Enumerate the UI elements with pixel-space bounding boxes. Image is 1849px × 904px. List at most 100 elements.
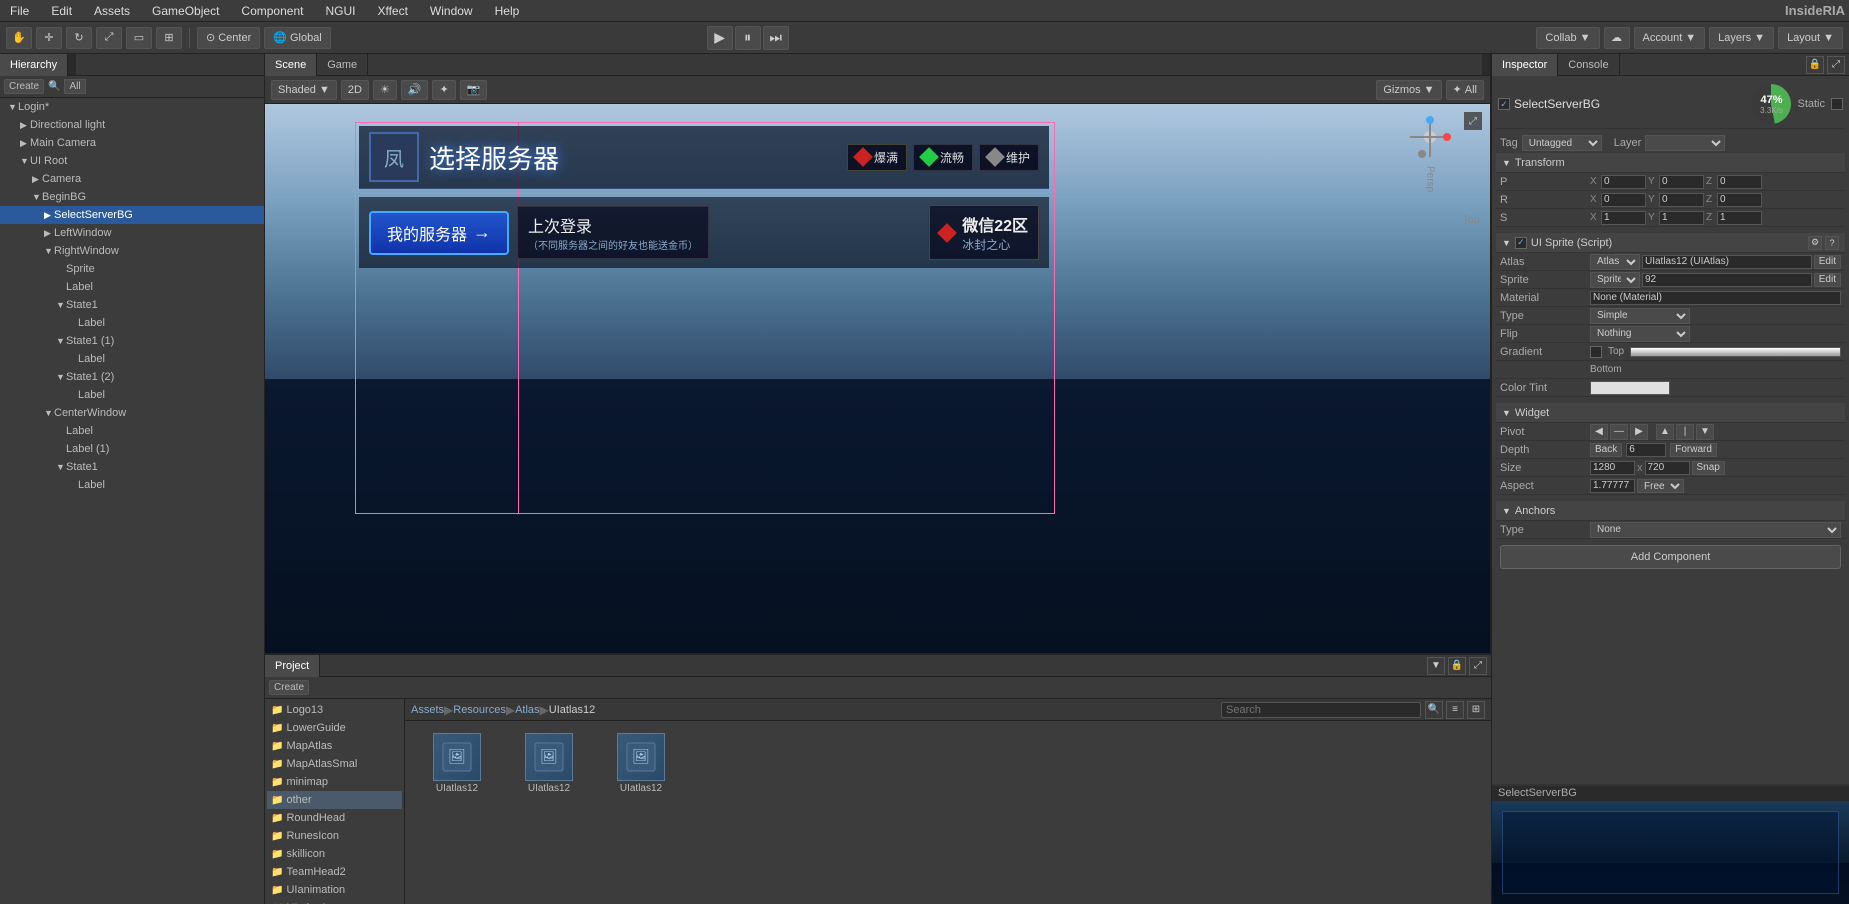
sprite-settings-btn[interactable]: ⚙ [1808,236,1822,250]
hierarchy-item[interactable]: ▼CenterWindow [0,404,264,422]
project-collapse-btn[interactable]: ▼ [1427,657,1445,675]
menu-xffect[interactable]: Xffect [371,2,413,20]
project-tree-item[interactable]: 📁UIatlas1 [267,899,402,904]
sprite-help-btn[interactable]: ? [1825,236,1839,250]
collab-button[interactable]: Collab ▼ [1536,27,1599,49]
hierarchy-item[interactable]: ▼State1 (1) [0,332,264,350]
pivot-toggle[interactable]: ⊙ Center [197,27,260,49]
size-w-input[interactable] [1590,461,1635,475]
2d-toggle[interactable]: 2D [341,80,369,100]
project-file-item[interactable]: 🖼 UIatlas12 [417,733,497,794]
hierarchy-item[interactable]: Label (1) [0,440,264,458]
hierarchy-item[interactable]: ▼BeginBG [0,188,264,206]
pos-z-input[interactable] [1717,175,1762,189]
project-tree-item[interactable]: 📁RoundHead [267,809,402,827]
flip-dropdown[interactable]: Nothing [1590,326,1690,342]
lighting-btn[interactable]: ☀ [373,80,397,100]
breadcrumb-atlas[interactable]: Atlas [515,704,539,716]
depth-forward-btn[interactable]: Forward [1670,443,1717,457]
add-component-button[interactable]: Add Component [1500,545,1841,569]
layer-filter[interactable]: ✦ All [1446,80,1484,100]
tab-scene[interactable]: Scene [265,54,317,76]
hierarchy-resize-handle[interactable] [68,54,76,75]
hierarchy-item[interactable]: Label [0,350,264,368]
project-tree-item[interactable]: 📁TeamHead2 [267,863,402,881]
scene-resize-handle[interactable] [1482,54,1490,75]
atlas-edit-btn[interactable]: Edit [1814,255,1841,269]
fx-btn[interactable]: ✦ [432,80,455,100]
project-file-item[interactable]: 🖼 UIatlas12 [601,733,681,794]
scene-view[interactable]: 凤 选择服务器 爆满 流畅 [265,104,1490,653]
rot-y-input[interactable] [1659,193,1704,207]
rot-z-input[interactable] [1717,193,1762,207]
maximize-btn[interactable]: ⤢ [1464,112,1482,130]
project-search-input[interactable] [1221,702,1421,718]
project-tree-item[interactable]: 📁MapAtlas [267,737,402,755]
hierarchy-item[interactable]: ▼State1 [0,458,264,476]
project-tree-item[interactable]: 📁other [267,791,402,809]
depth-back-btn[interactable]: Back [1590,443,1622,457]
hierarchy-item[interactable]: ▼UI Root [0,152,264,170]
tab-console[interactable]: Console [1558,54,1619,76]
project-tree-item[interactable]: 📁RunesIcon [267,827,402,845]
tool-rotate[interactable]: ↻ [66,27,92,49]
gradient-checkbox[interactable] [1590,346,1602,358]
cloud-button[interactable]: ☁ [1604,27,1630,49]
aspect-input[interactable] [1590,479,1635,493]
hierarchy-create-btn[interactable]: Create [4,79,44,94]
hierarchy-item[interactable]: ▼RightWindow [0,242,264,260]
material-input[interactable] [1590,291,1841,305]
hierarchy-item[interactable]: Label [0,386,264,404]
pivot-bottom-btn[interactable]: ▼ [1696,424,1714,440]
aspect-dropdown[interactable]: Free [1637,479,1684,493]
scale-y-input[interactable] [1659,211,1704,225]
hierarchy-item[interactable]: ▼State1 (2) [0,368,264,386]
tool-move[interactable]: ✛ [36,27,62,49]
hierarchy-item[interactable]: ▶SelectServerBG [0,206,264,224]
space-toggle[interactable]: 🌐 Global [264,27,331,49]
project-file-item[interactable]: 🖼 UIatlas12 [509,733,589,794]
type-dropdown[interactable]: Simple [1590,308,1690,324]
breadcrumb-assets[interactable]: Assets [411,704,444,716]
menu-assets[interactable]: Assets [88,2,136,20]
scale-z-input[interactable] [1717,211,1762,225]
sprite-edit-btn[interactable]: Edit [1814,273,1841,287]
color-tint-swatch[interactable] [1590,381,1670,395]
pivot-right-btn[interactable]: ▶ [1630,424,1648,440]
project-tree-item[interactable]: 📁MapAtlasSmal [267,755,402,773]
list-view-btn[interactable]: ≡ [1446,701,1464,719]
anchors-header[interactable]: ▼ Anchors [1496,501,1845,521]
hierarchy-item[interactable]: Label [0,422,264,440]
layout-button[interactable]: Layout ▼ [1778,27,1843,49]
menu-file[interactable]: File [4,2,35,20]
account-button[interactable]: Account ▼ [1634,27,1706,49]
widget-header[interactable]: ▼ Widget [1496,403,1845,423]
menu-edit[interactable]: Edit [45,2,78,20]
depth-input[interactable] [1626,443,1666,457]
anchors-type-dropdown[interactable]: None [1590,522,1841,538]
object-enabled-checkbox[interactable] [1498,98,1510,110]
layers-button[interactable]: Layers ▼ [1709,27,1774,49]
breadcrumb-uiatlas12[interactable]: UIatlas12 [549,704,595,716]
project-tree-item[interactable]: 📁LowerGuide [267,719,402,737]
menu-component[interactable]: Component [235,2,309,20]
snap-btn[interactable]: Snap [1692,461,1725,475]
tool-rect[interactable]: ▭ [126,27,152,49]
tag-dropdown[interactable]: Untagged [1522,135,1602,151]
project-lock-btn[interactable]: 🔒 [1448,657,1466,675]
step-button[interactable]: ⏭ [763,26,789,50]
icon-view-btn[interactable]: ⊞ [1467,701,1485,719]
pos-y-input[interactable] [1659,175,1704,189]
size-h-input[interactable] [1645,461,1690,475]
project-tree-item[interactable]: 📁minimap [267,773,402,791]
atlas-value-input[interactable] [1642,255,1812,269]
menu-gameobject[interactable]: GameObject [146,2,225,20]
scene-camera-btn[interactable]: 📷 [460,80,488,100]
sprite-type-select[interactable]: Sprite [1590,272,1640,288]
project-tree-item[interactable]: 📁UIanimation [267,881,402,899]
inspector-lock-btn[interactable]: 🔒 [1806,56,1824,74]
play-button[interactable]: ▶ [707,26,733,50]
tab-project[interactable]: Project [265,655,320,677]
tool-scale[interactable]: ⤢ [96,27,122,49]
pivot-center-v-btn[interactable]: | [1676,424,1694,440]
